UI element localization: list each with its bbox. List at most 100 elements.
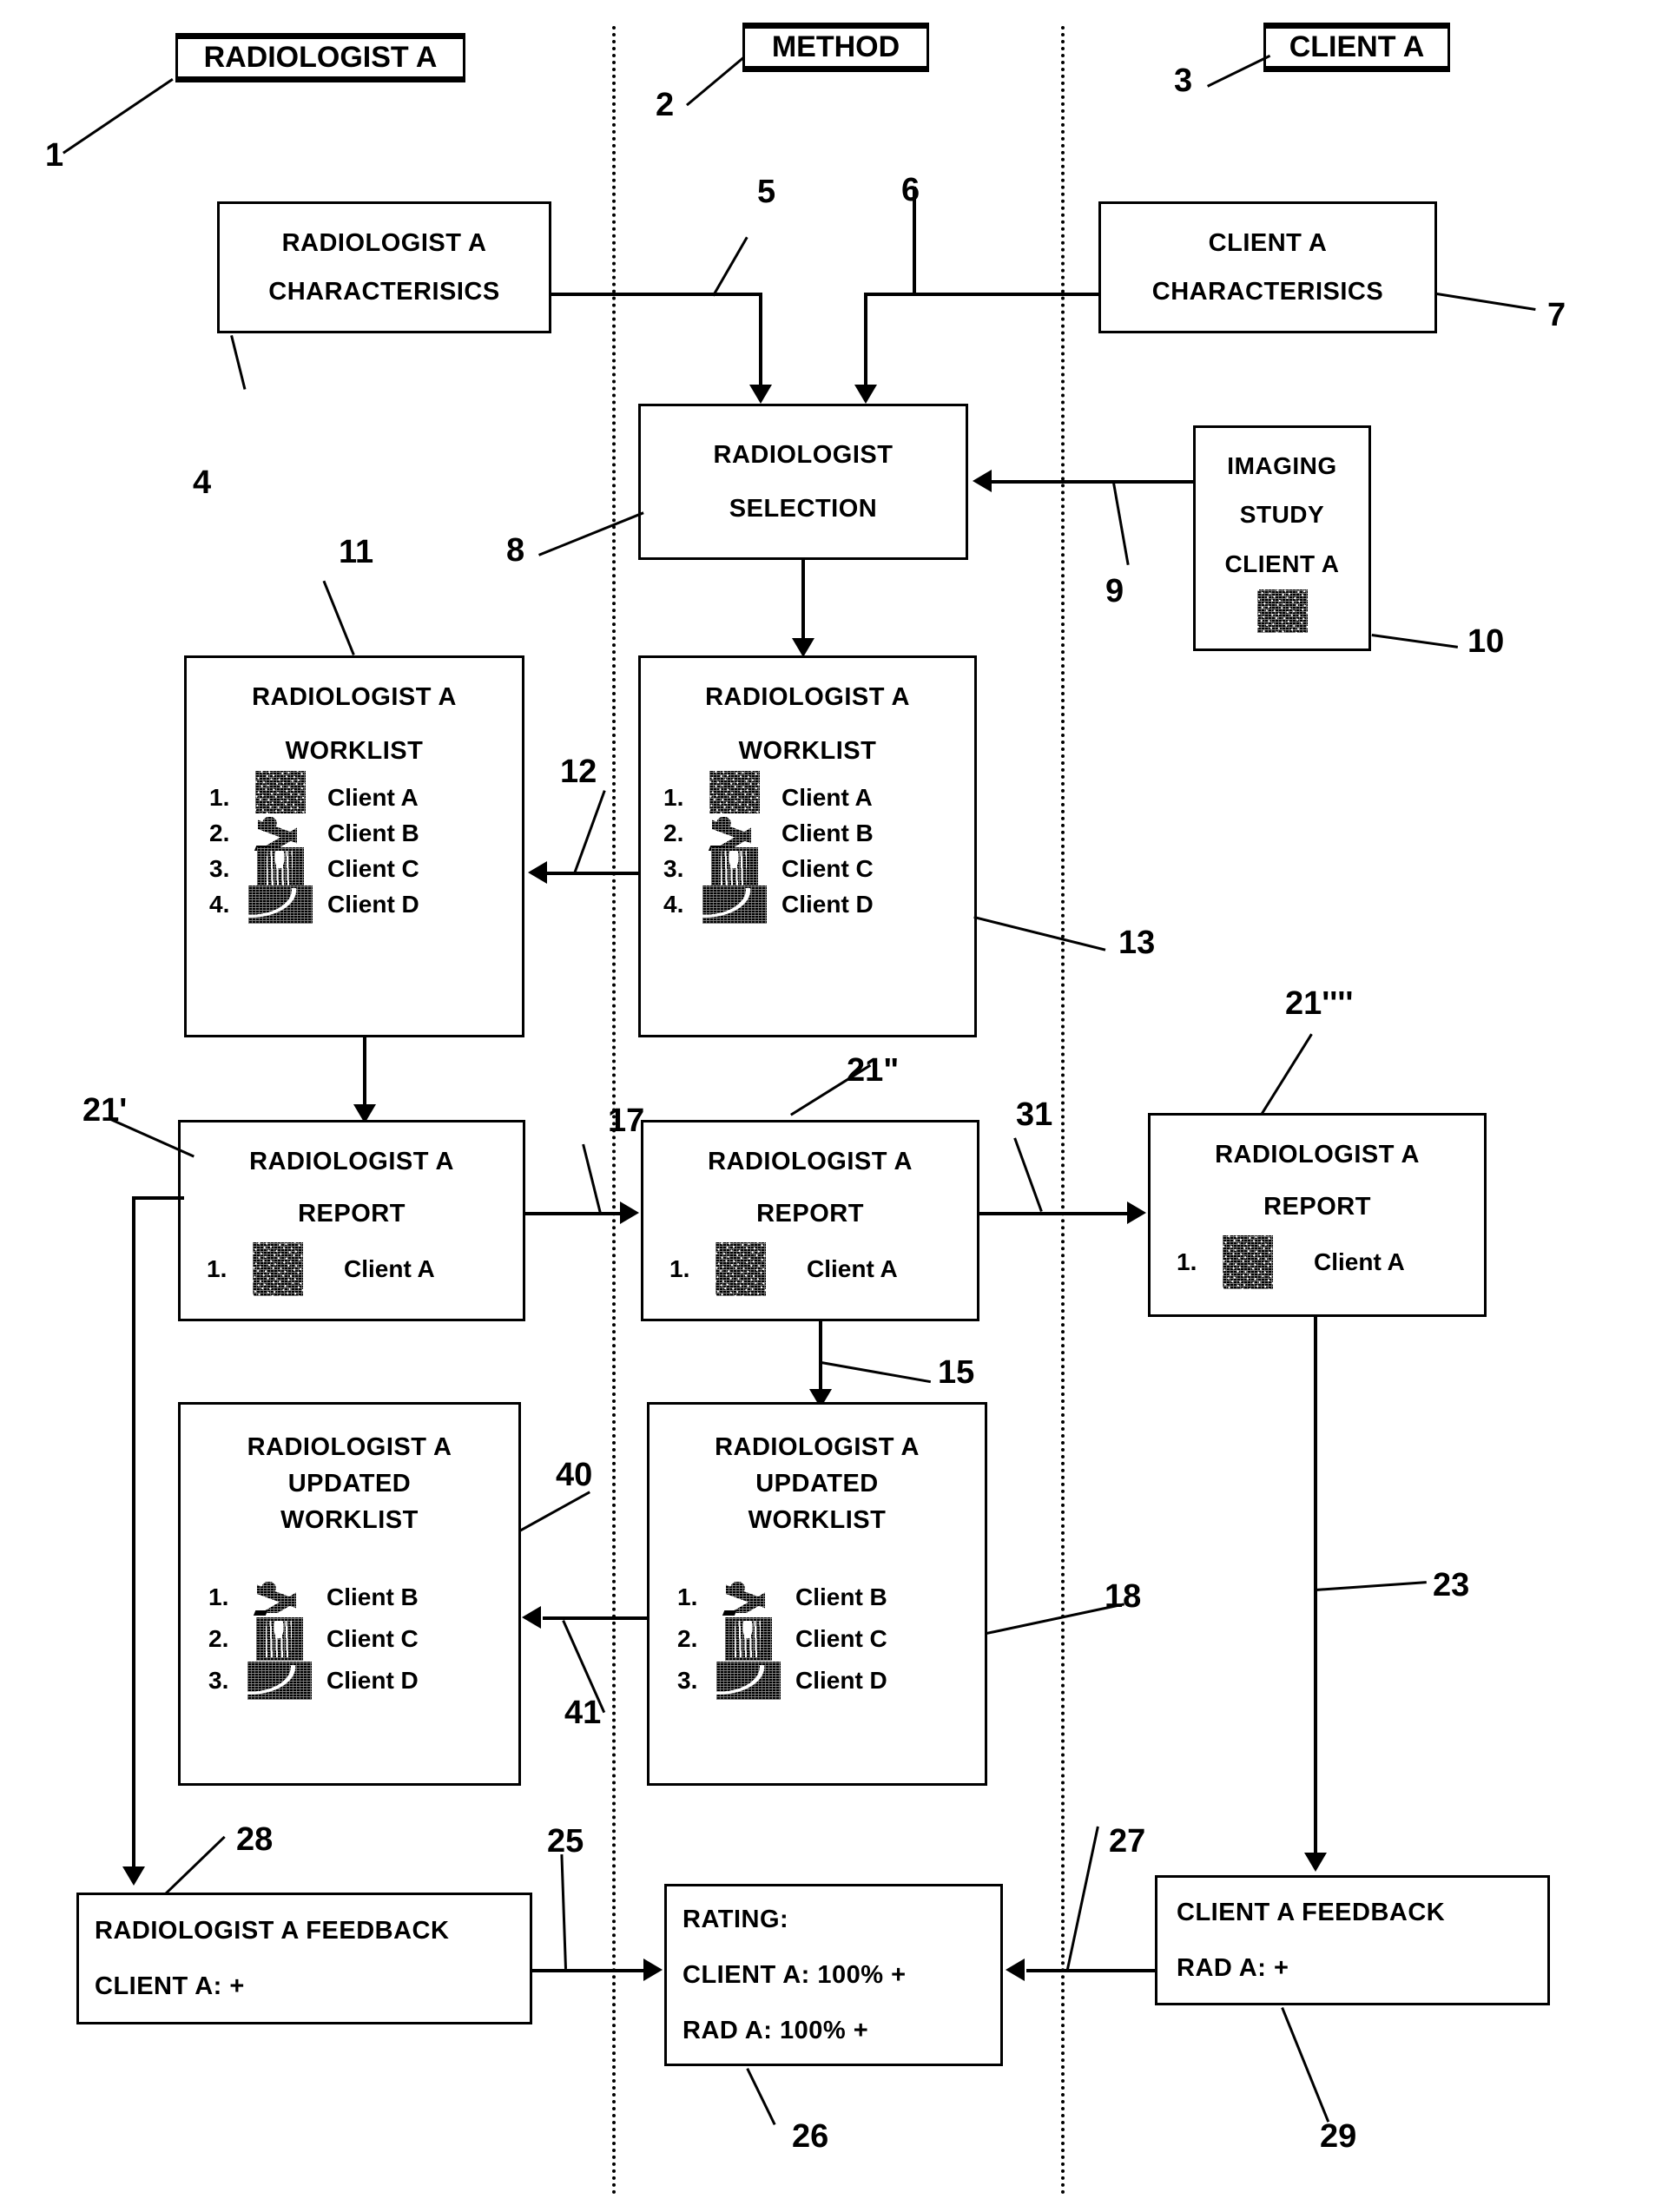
connector-5-arrowhead — [749, 385, 772, 404]
report-left-items: 1. Client A — [181, 1242, 523, 1297]
box-report-mid: RADIOLOGIST A REPORT 1. Client A — [641, 1120, 979, 1321]
connector-9-arrowhead — [973, 470, 992, 492]
list-item-index: 4. — [663, 890, 684, 918]
list-item-label: Client D — [781, 890, 874, 918]
box-worklist-left-line1: RADIOLOGIST A — [252, 683, 457, 711]
box-client-characteristics-line1: CLIENT A — [1208, 228, 1328, 257]
list-item-label: Client C — [326, 1625, 419, 1653]
box-radiologist-selection-line2: SELECTION — [729, 495, 878, 523]
list-item-label: Client B — [326, 1583, 419, 1611]
box-report-left: RADIOLOGIST A REPORT 1. Client A — [178, 1120, 525, 1321]
connector-feedback-loop-vertical — [132, 1196, 135, 1873]
leader-line-28 — [165, 1835, 226, 1895]
ref-numeral-28: 28 — [236, 1821, 274, 1858]
list-item: 2. Client B — [641, 813, 974, 853]
ct-noise-thumbnail-icon — [253, 1242, 303, 1297]
box-report-right-line1: RADIOLOGIST A — [1215, 1141, 1420, 1169]
mri-coronal-thumbnail-icon — [256, 1617, 303, 1662]
connector-25-arrowhead — [643, 1959, 663, 1981]
list-item-label: Client A — [781, 783, 873, 811]
connector-6-horizontal — [864, 293, 1100, 296]
box-radiologist-feedback: RADIOLOGIST A FEEDBACK CLIENT A: + — [76, 1893, 532, 2024]
connector-15-vertical — [819, 1321, 822, 1396]
box-report-mid-line1: RADIOLOGIST A — [708, 1148, 913, 1175]
box-report-right-line2: REPORT — [1263, 1193, 1371, 1221]
box-rating-line2: CLIENT A: 100% + — [683, 1960, 907, 1989]
connector-6-vertical — [864, 293, 867, 385]
list-item-label: Client A — [1314, 1248, 1405, 1276]
waveform-curve-thumbnail-icon — [248, 885, 313, 924]
ref-numeral-23: 23 — [1433, 1567, 1470, 1603]
list-item-index: 2. — [663, 819, 684, 846]
connector-12-arrowhead — [528, 861, 547, 884]
connector-selection-to-worklist — [801, 560, 805, 645]
ref-numeral-1: 1 — [45, 137, 64, 174]
box-client-feedback: CLIENT A FEEDBACK RAD A: + — [1155, 1875, 1550, 2005]
list-item-index: 1. — [669, 1255, 690, 1283]
list-item: 1. Client A — [187, 770, 522, 825]
list-item-index: 2. — [209, 819, 230, 846]
ref-numeral-40: 40 — [556, 1457, 593, 1493]
list-item: 1. Client A — [641, 770, 974, 825]
leader-line-13 — [973, 916, 1106, 951]
ref-numeral-3: 3 — [1174, 63, 1193, 99]
ref-numeral-13: 13 — [1118, 925, 1156, 961]
list-item-index: 2. — [208, 1625, 229, 1653]
connector-5-horizontal — [551, 293, 762, 296]
box-radiologist-selection: RADIOLOGIST SELECTION — [638, 404, 968, 560]
worklist-mid-items: 1. Client A 2. Client B 3. Client C 4. Client D — [641, 770, 974, 924]
connector-31-horizontal — [979, 1212, 1129, 1215]
list-item: 3. Client C — [641, 846, 974, 891]
leader-line-29 — [1281, 2007, 1330, 2123]
ref-numeral-21-triple-prime: 21'''' — [1285, 985, 1354, 1022]
column-header-method: METHOD — [742, 23, 929, 72]
leader-line-21ppp — [1261, 1033, 1313, 1115]
ref-numeral-8: 8 — [506, 532, 525, 569]
box-radiologist-characteristics: RADIOLOGIST A CHARACTERISICS — [217, 201, 551, 333]
leader-line-1 — [63, 78, 174, 155]
connector-12-horizontal — [547, 872, 641, 875]
ref-numeral-17: 17 — [608, 1103, 645, 1139]
list-item: 1. Client B — [181, 1577, 518, 1618]
ref-numeral-31: 31 — [1016, 1096, 1053, 1133]
box-rating: RATING: CLIENT A: 100% + RAD A: 100% + — [664, 1884, 1003, 2066]
list-item-index: 3. — [663, 854, 684, 882]
box-rating-line1: RATING: — [683, 1905, 789, 1933]
connector-31-arrowhead — [1127, 1201, 1146, 1224]
mri-coronal-thumbnail-icon — [725, 1617, 772, 1662]
column-header-client: CLIENT A — [1263, 23, 1450, 72]
column-separator-right — [1061, 26, 1065, 2196]
thumbnail-slot — [244, 885, 317, 924]
thumbnail-slot — [1211, 1235, 1284, 1290]
box-imaging-study-line1: IMAGING — [1227, 451, 1337, 479]
thumbnail-slot — [243, 1662, 316, 1701]
list-item-index: 3. — [209, 854, 230, 882]
column-header-radiologist-label: RADIOLOGIST A — [203, 41, 438, 74]
box-worklist-left: RADIOLOGIST A WORKLIST 1. Client A 2. Clien… — [184, 655, 524, 1037]
connector-17-horizontal — [524, 1212, 622, 1215]
leader-line-12 — [573, 790, 606, 875]
list-item-label: Client D — [327, 890, 419, 918]
box-updated-worklist-left: RADIOLOGIST A UPDATED WORKLIST 1. Client … — [178, 1402, 521, 1786]
leader-line-17 — [582, 1143, 602, 1214]
leader-line-23 — [1316, 1581, 1427, 1591]
box-radiologist-feedback-line1: RADIOLOGIST A FEEDBACK — [95, 1916, 450, 1945]
leader-line-25 — [560, 1853, 567, 1969]
updated-worklist-left-items: 1. Client B 2. Client C 3. Client D — [181, 1577, 518, 1702]
list-item: 2. Client C — [650, 1617, 985, 1662]
list-item-index: 1. — [663, 783, 684, 811]
waveform-curve-thumbnail-icon — [702, 885, 767, 924]
box-radiologist-feedback-line2: CLIENT A: + — [95, 1972, 245, 2000]
box-imaging-study-line3: CLIENT A — [1224, 550, 1340, 577]
ref-numeral-27: 27 — [1109, 1823, 1146, 1860]
connector-41-horizontal — [543, 1616, 647, 1620]
thumbnail-slot — [698, 846, 771, 891]
report-mid-items: 1. Client A — [643, 1242, 977, 1297]
list-item-index: 1. — [208, 1583, 229, 1611]
connector-27-horizontal — [1026, 1969, 1157, 1972]
connector-feedback-loop-horizontal — [132, 1196, 184, 1200]
box-radiologist-characteristics-line2: CHARACTERISICS — [268, 278, 500, 306]
ref-numeral-26: 26 — [792, 2118, 829, 2155]
ref-numeral-4: 4 — [193, 464, 212, 501]
leader-line-9 — [1112, 483, 1130, 566]
